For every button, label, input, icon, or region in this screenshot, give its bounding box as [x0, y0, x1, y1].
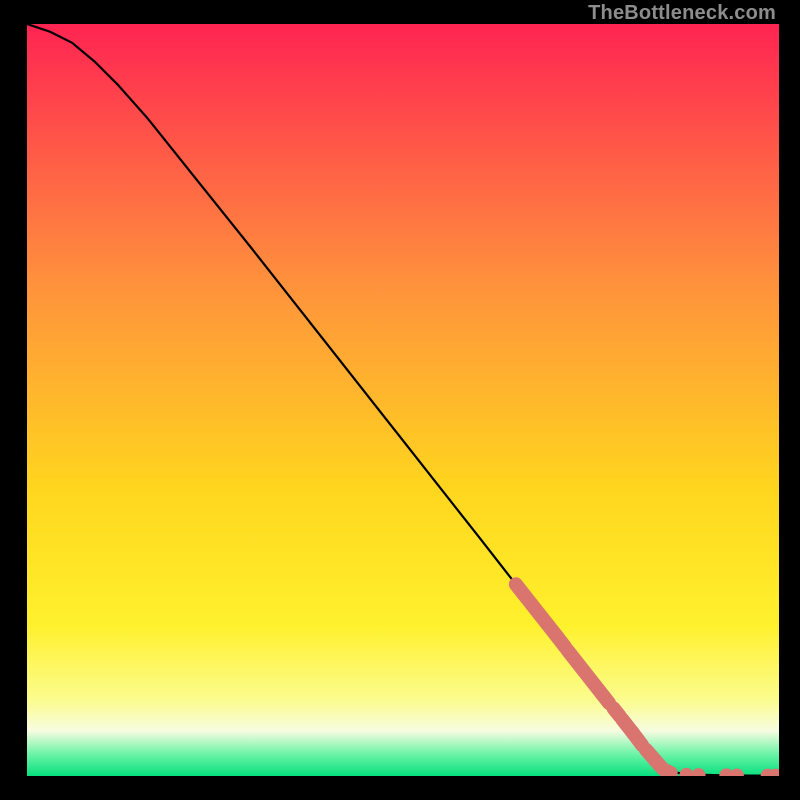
marker-segment [665, 770, 671, 773]
watermark-text: TheBottleneck.com [588, 2, 776, 25]
marker-segment [633, 733, 642, 745]
chart-plot-area [27, 24, 779, 776]
chart-stage: TheBottleneck.com [0, 0, 800, 800]
chart-svg [27, 24, 779, 776]
gradient-background [27, 24, 779, 776]
